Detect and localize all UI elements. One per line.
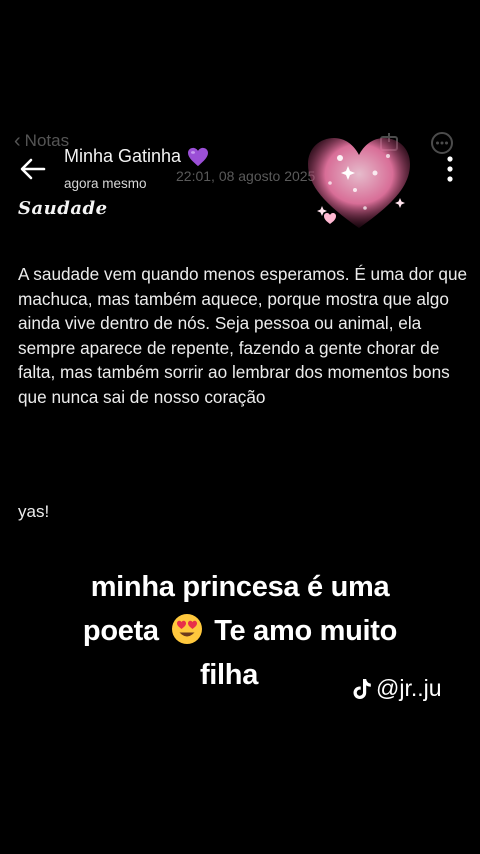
tiktok-logo-icon xyxy=(353,678,371,699)
caption-line-1: minha princesa é uma xyxy=(90,571,390,603)
caption-line-2: poeta Te amo muito xyxy=(0,609,480,653)
contact-name-text: Minha Gatinha xyxy=(64,146,182,166)
caption-line-2-end: Te amo muito xyxy=(214,615,398,647)
caption-line-2-start: poeta xyxy=(82,615,159,647)
glitter-heart-sticker xyxy=(308,138,410,228)
contact-name[interactable]: Minha Gatinha xyxy=(64,146,209,167)
note-signature: yas! xyxy=(18,502,50,521)
tiktok-handle-text: @jr..ju xyxy=(376,675,442,701)
back-arrow-icon[interactable] xyxy=(18,155,48,183)
note-timestamp: 22:01, 08 agosto 2025 xyxy=(176,168,316,184)
notes-back-button[interactable]: ‹ Notas xyxy=(14,131,69,151)
heart-eyes-emoji-icon xyxy=(171,614,202,644)
note-body: A saudade vem quando menos esperamos. É … xyxy=(18,264,468,407)
note-title: Saudade xyxy=(18,198,108,219)
purple-heart-icon xyxy=(188,147,209,166)
chevron-left-icon: ‹ xyxy=(14,130,21,152)
more-options-circle-icon[interactable] xyxy=(430,131,454,155)
tiktok-watermark: @jr..ju xyxy=(352,675,442,702)
notes-back-label: Notas xyxy=(24,131,70,150)
kebab-menu-icon[interactable] xyxy=(444,154,456,184)
contact-status: agora mesmo xyxy=(64,176,147,191)
